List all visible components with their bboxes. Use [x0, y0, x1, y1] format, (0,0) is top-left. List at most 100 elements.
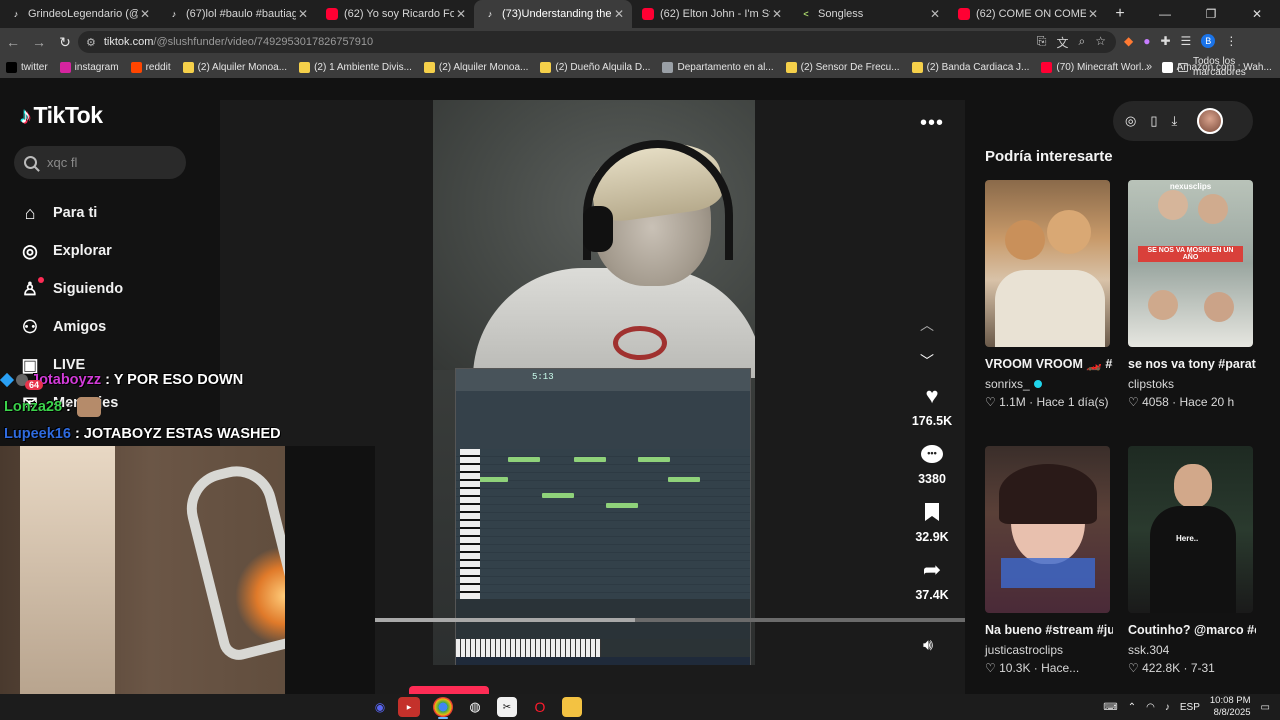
close-tab-icon[interactable]: ✕ [770, 7, 784, 21]
recommended-card[interactable]: nexusclips SE NOS VA MOSKI EN UN AÑO se … [1128, 180, 1256, 409]
close-tab-icon[interactable]: ✕ [612, 7, 626, 21]
bookmark-item[interactable]: reddit [130, 61, 171, 73]
profile-avatar[interactable]: B [1201, 34, 1216, 48]
tiktok-logo[interactable]: ♪ TikTok [20, 102, 103, 129]
language-indicator[interactable]: ESP [1180, 702, 1200, 713]
sidebar-item-home[interactable]: ⌂ Para ti [18, 194, 123, 232]
recommended-card[interactable]: VROOM VROOM 🏎️ #SummerKamp... sonrixs_ ♡… [985, 180, 1113, 409]
recommended-card[interactable]: Na bueno #stream #justicastro #clips... … [985, 446, 1113, 675]
translate-icon[interactable]: 文 [1056, 34, 1068, 51]
close-tab-icon[interactable]: ✕ [296, 7, 310, 21]
bookmark-item[interactable]: (2) Alquiler Monoa... [182, 61, 287, 73]
recommended-card[interactable]: Here.. Coutinho? @marco #coutinho #casin… [1128, 446, 1256, 675]
card-caption[interactable]: VROOM VROOM 🏎️ #SummerKamp... [985, 355, 1113, 373]
sidebar-item-compass[interactable]: ◎ Explorar [18, 232, 123, 270]
bookmark-item[interactable]: twitter [6, 61, 48, 73]
browser-tab[interactable]: (62) COME ON COME ON TURI✕ [948, 0, 1106, 28]
card-user[interactable]: clipstoks [1128, 377, 1256, 391]
close-tab-icon[interactable]: ✕ [454, 7, 468, 21]
reading-list-icon[interactable]: ☰ [1181, 34, 1192, 48]
speaker-icon[interactable]: ♪ [1165, 702, 1170, 713]
url-field[interactable]: ⚙ tiktok.com/@slushfunder/video/74929530… [78, 31, 1116, 53]
new-tab-button[interactable]: + [1106, 5, 1134, 23]
browser-tab[interactable]: ♪ GrindeoLegendario (@grindeol✕ [0, 0, 158, 28]
save-button[interactable]: 32.9K [908, 498, 956, 544]
user-avatar[interactable] [1197, 108, 1224, 134]
bookmark-item[interactable]: (2) Dueño Alquila D... [540, 61, 650, 73]
site-info-icon[interactable]: ⚙ [86, 36, 96, 49]
restore-icon[interactable]: ❐ [1188, 7, 1234, 21]
browser-tab[interactable]: ♪ (73)Understanding the Appeal✕ [474, 0, 632, 28]
video-thumbnail[interactable]: nexusclips SE NOS VA MOSKI EN UN AÑO [1128, 180, 1253, 347]
card-caption[interactable]: se nos va tony #paratii #mernuel... [1128, 355, 1256, 373]
card-caption[interactable]: Coutinho? @marco #coutinho #casino... [1128, 621, 1256, 639]
chrome-icon[interactable] [433, 697, 453, 717]
share-button[interactable]: ➦ 37.4K [908, 556, 956, 602]
forward-icon[interactable]: → [26, 34, 52, 50]
file-explorer-icon[interactable] [562, 697, 582, 717]
notifications-icon[interactable]: ▭ [1261, 702, 1270, 713]
like-button[interactable]: ♥ 176.5K [908, 382, 956, 428]
bookmark-item[interactable]: (2) Sensor De Frecu... [785, 61, 900, 73]
sidebar-item-friends[interactable]: ⚇ Amigos [18, 308, 123, 346]
close-tab-icon[interactable]: ✕ [1086, 7, 1100, 21]
next-video-icon[interactable]: ﹀ [920, 351, 934, 371]
capcut-icon[interactable]: ✂ [497, 697, 517, 717]
card-user[interactable]: justicastroclips [985, 643, 1113, 657]
browser-tab[interactable]: ♪ (67)lol #baulo #bautiagnone #✕ [158, 0, 316, 28]
bookmark-item[interactable]: instagram [59, 61, 119, 73]
extensions-puzzle-icon[interactable]: ✚ [1160, 34, 1170, 48]
comment-button[interactable]: ••• 3380 [908, 440, 956, 486]
video-thumbnail[interactable]: Here.. [1128, 446, 1253, 613]
tray-chevron-icon[interactable]: ⌃ [1128, 702, 1136, 713]
minimize-icon[interactable]: — [1142, 7, 1188, 21]
coin-icon[interactable]: ◎ [1125, 113, 1136, 129]
back-icon[interactable]: ← [0, 34, 26, 50]
bookmark-item[interactable]: (2) 1 Ambiente Divis... [299, 61, 412, 73]
bookmark-star-icon[interactable]: ☆ [1095, 34, 1106, 51]
bookmark-item[interactable]: Departamento en al... [662, 61, 774, 73]
obs-icon[interactable]: ◍ [465, 697, 485, 717]
card-caption[interactable]: Na bueno #stream #justicastro #clips... [985, 621, 1113, 639]
bookmark-item[interactable]: (70) Minecraft Worl... [1041, 61, 1150, 73]
close-tab-icon[interactable]: ✕ [928, 7, 942, 21]
browser-menu-icon[interactable]: ⋮ [1225, 34, 1237, 48]
extension-color-icon[interactable]: ● [1143, 34, 1150, 48]
bookmark-item[interactable]: (2) Banda Cardiaca J... [911, 61, 1029, 73]
sidebar-item-following[interactable]: ♙ Siguiendo [18, 270, 123, 308]
bookmark-item[interactable]: (2) Alquiler Monoa... [423, 61, 528, 73]
video-progress-bar[interactable] [375, 618, 965, 622]
close-tab-icon[interactable]: ✕ [138, 7, 152, 21]
bookmark-icon [918, 498, 946, 526]
more-options-icon[interactable]: ••• [920, 112, 944, 135]
volume-icon[interactable]: 🔊︎ [923, 637, 933, 655]
all-bookmarks-button[interactable]: Todos los marcadores [1178, 56, 1280, 78]
keyboard-icon[interactable]: ⌨ [1103, 702, 1117, 713]
card-likes: 422.8K [1142, 661, 1181, 675]
card-user[interactable]: sonrixs_ [985, 377, 1113, 391]
browser-tab[interactable]: (62) Elton John - I'm Still Standi✕ [632, 0, 790, 28]
install-app-icon[interactable]: ⎘ [1037, 34, 1047, 51]
search-input[interactable]: xqc fl [14, 146, 186, 179]
browser-tab[interactable]: (62) Yo soy Ricardo Fort, Sc✕ [316, 0, 474, 28]
clock[interactable]: 10:08 PM 8/8/2025 [1210, 695, 1251, 719]
device-icon[interactable]: ▯ [1150, 113, 1157, 129]
video-frame[interactable]: 5:13 [433, 100, 755, 665]
card-user[interactable]: ssk.304 [1128, 643, 1256, 657]
close-window-icon[interactable]: ✕ [1234, 7, 1280, 21]
card-username: sonrixs_ [985, 377, 1030, 391]
video-thumbnail[interactable] [985, 180, 1110, 347]
zoom-icon[interactable]: ⌕ [1079, 34, 1086, 51]
video-editor-icon[interactable]: ▶ [398, 697, 420, 717]
bookmarks-overflow-icon[interactable]: » [1146, 61, 1152, 73]
discord-icon[interactable]: ◉ [370, 697, 390, 717]
previous-video-icon[interactable]: ︿ [920, 317, 934, 333]
wifi-icon[interactable]: ◠ [1146, 702, 1155, 713]
opera-icon[interactable]: O [530, 697, 550, 717]
browser-tab[interactable]: < Songless ✕ [790, 0, 948, 28]
download-icon[interactable]: ⤓ [1172, 113, 1178, 129]
video-thumbnail[interactable] [985, 446, 1110, 613]
extension-fox-icon[interactable]: ◆ [1124, 34, 1133, 48]
reload-icon[interactable]: ↻ [52, 34, 78, 51]
tab-title: (62) Elton John - I'm Still Standi [660, 8, 770, 20]
